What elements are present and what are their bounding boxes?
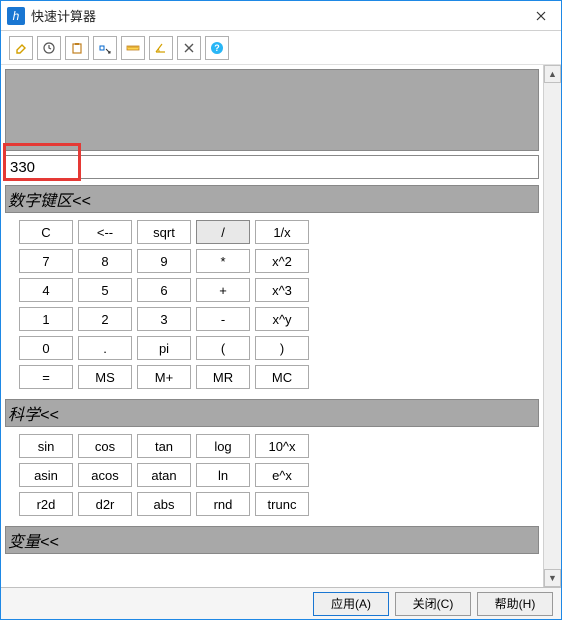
key-abs[interactable]: abs (137, 492, 191, 516)
clock-icon (42, 41, 56, 55)
key-pi[interactable]: pi (137, 336, 191, 360)
key-[interactable]: * (196, 249, 250, 273)
key-ex[interactable]: e^x (255, 463, 309, 487)
svg-text:?: ? (214, 43, 220, 53)
key-[interactable]: + (196, 278, 250, 302)
key-x3[interactable]: x^3 (255, 278, 309, 302)
key-xy[interactable]: x^y (255, 307, 309, 331)
key-x2[interactable]: x^2 (255, 249, 309, 273)
numpad-section: 数字键区<< C<--sqrt/1/x 789*x^2 456+x^3 123-x^y… (5, 185, 539, 393)
key-7[interactable]: 7 (19, 249, 73, 273)
vertical-scrollbar[interactable]: ▲ ▼ (543, 65, 561, 587)
key-1x[interactable]: 1/x (255, 220, 309, 244)
help-button[interactable]: 帮助(H) (477, 592, 553, 616)
eraser-icon (14, 41, 28, 55)
tool-help[interactable]: ? (205, 36, 229, 60)
tool-clear[interactable] (177, 36, 201, 60)
window-close-button[interactable] (521, 1, 561, 31)
tool-measure[interactable] (121, 36, 145, 60)
variables-header[interactable]: 变量<< (5, 526, 539, 554)
input-row (5, 155, 539, 179)
scroll-down-button[interactable]: ▼ (544, 569, 561, 587)
key-r2d[interactable]: r2d (19, 492, 73, 516)
key-10x[interactable]: 10^x (255, 434, 309, 458)
window-title: 快速计算器 (31, 6, 521, 25)
science-grid: sincostanlog10^x asinacosatanlne^x r2dd2ra… (5, 427, 539, 520)
app-icon: h (7, 7, 25, 25)
key-mc[interactable]: MC (255, 365, 309, 389)
scroll-up-button[interactable]: ▲ (544, 65, 561, 83)
key-[interactable]: ) (255, 336, 309, 360)
key-asin[interactable]: asin (19, 463, 73, 487)
x-icon (183, 42, 195, 54)
key-d2r[interactable]: d2r (78, 492, 132, 516)
paste-icon (70, 41, 84, 55)
tool-eraser[interactable] (9, 36, 33, 60)
result-display (5, 69, 539, 151)
expression-input[interactable] (5, 155, 539, 179)
key-sin[interactable]: sin (19, 434, 73, 458)
titlebar: h 快速计算器 (1, 1, 561, 31)
content-area: 数字键区<< C<--sqrt/1/x 789*x^2 456+x^3 123-x^y… (1, 65, 561, 587)
key-c[interactable]: C (19, 220, 73, 244)
close-button[interactable]: 关闭(C) (395, 592, 471, 616)
key-2[interactable]: 2 (78, 307, 132, 331)
tool-paste[interactable] (65, 36, 89, 60)
key-cos[interactable]: cos (78, 434, 132, 458)
key-[interactable]: <-- (78, 220, 132, 244)
calculator-window: h 快速计算器 ? 数字键区<< C<--sqrt/1/x 789*x^2 456+… (0, 0, 562, 620)
key-6[interactable]: 6 (137, 278, 191, 302)
key-rnd[interactable]: rnd (196, 492, 250, 516)
key-3[interactable]: 3 (137, 307, 191, 331)
angle-icon (154, 41, 168, 55)
key-0[interactable]: 0 (19, 336, 73, 360)
dialog-footer: 应用(A) 关闭(C) 帮助(H) (1, 587, 561, 619)
key-log[interactable]: log (196, 434, 250, 458)
key-trunc[interactable]: trunc (255, 492, 309, 516)
key-m[interactable]: M+ (137, 365, 191, 389)
numpad-header[interactable]: 数字键区<< (5, 185, 539, 213)
key-[interactable]: / (196, 220, 250, 244)
key-[interactable]: ( (196, 336, 250, 360)
key-mr[interactable]: MR (196, 365, 250, 389)
key-1[interactable]: 1 (19, 307, 73, 331)
scroll-track[interactable] (544, 83, 561, 569)
help-icon: ? (210, 41, 224, 55)
variables-section: 变量<< (5, 526, 539, 554)
key-acos[interactable]: acos (78, 463, 132, 487)
key-4[interactable]: 4 (19, 278, 73, 302)
key-5[interactable]: 5 (78, 278, 132, 302)
key-ms[interactable]: MS (78, 365, 132, 389)
main-scroll-area: 数字键区<< C<--sqrt/1/x 789*x^2 456+x^3 123-x^y… (1, 65, 543, 587)
key-9[interactable]: 9 (137, 249, 191, 273)
apply-button[interactable]: 应用(A) (313, 592, 389, 616)
key-ln[interactable]: ln (196, 463, 250, 487)
numpad-grid: C<--sqrt/1/x 789*x^2 456+x^3 123-x^y 0.pi() =… (5, 213, 539, 393)
science-header[interactable]: 科学<< (5, 399, 539, 427)
key-[interactable]: = (19, 365, 73, 389)
toolbar: ? (1, 31, 561, 65)
key-tan[interactable]: tan (137, 434, 191, 458)
key-[interactable]: - (196, 307, 250, 331)
tool-angle[interactable] (149, 36, 173, 60)
ruler-icon (126, 41, 140, 55)
key-[interactable]: . (78, 336, 132, 360)
cursor-icon (98, 41, 112, 55)
science-section: 科学<< sincostanlog10^x asinacosatanlne^x r2… (5, 399, 539, 520)
key-atan[interactable]: atan (137, 463, 191, 487)
close-icon (536, 11, 546, 21)
key-8[interactable]: 8 (78, 249, 132, 273)
tool-pick[interactable] (93, 36, 117, 60)
tool-history[interactable] (37, 36, 61, 60)
key-sqrt[interactable]: sqrt (137, 220, 191, 244)
